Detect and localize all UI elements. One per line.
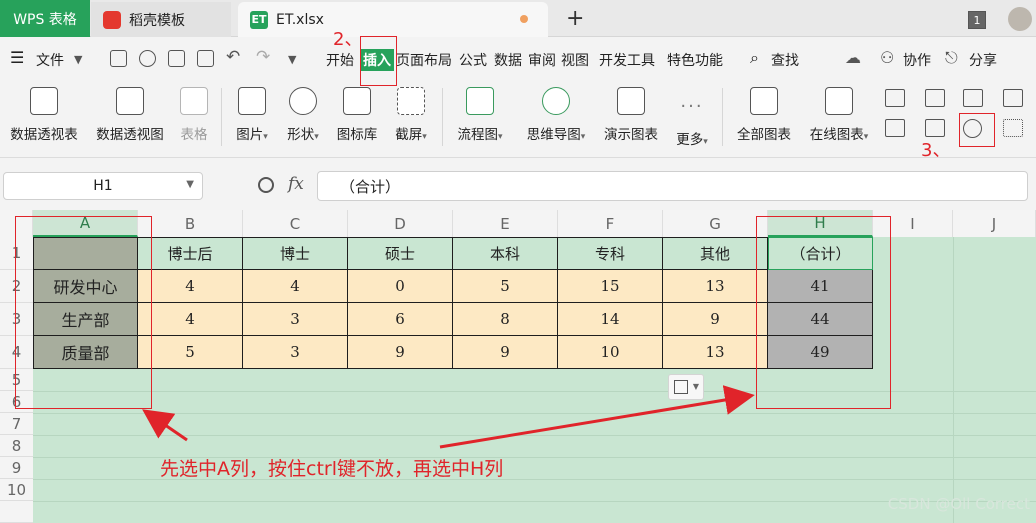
arrow-to-col-h — [439, 385, 755, 449]
arrow-to-col-a — [142, 409, 188, 442]
annotation-arrows — [142, 385, 755, 449]
watermark: CSDN @Oll Correct — [887, 495, 1030, 513]
instruction-text: 先选中A列，按住ctrl键不放，再选中H列 — [160, 458, 504, 480]
